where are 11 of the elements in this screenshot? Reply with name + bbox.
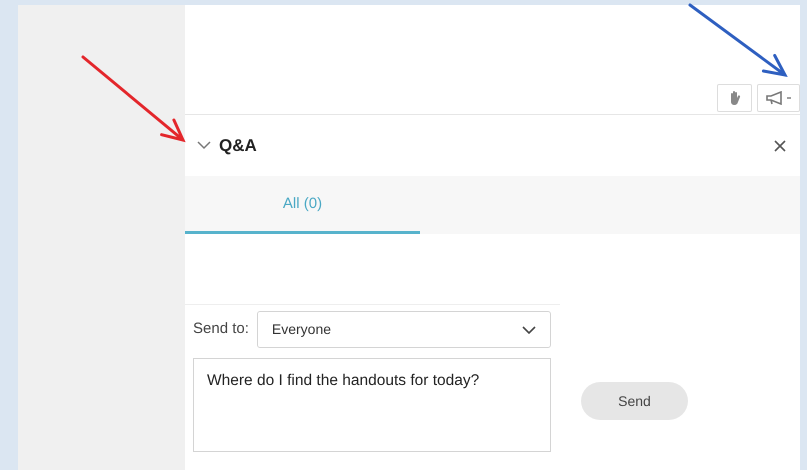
recipient-dropdown[interactable]: Everyone [256, 311, 551, 348]
megaphone-icon [764, 90, 792, 105]
close-icon[interactable] [774, 140, 786, 152]
hand-button[interactable] [717, 84, 752, 112]
send-button[interactable]: Send [581, 382, 688, 420]
announce-button[interactable] [757, 84, 800, 112]
panel-title: Q&A [219, 134, 257, 157]
caret-icon [522, 326, 536, 334]
message-field[interactable]: Where do I find the handouts for today? [193, 358, 551, 452]
send-to-label: Send to: [193, 319, 249, 340]
chevron-icon[interactable] [197, 141, 211, 150]
